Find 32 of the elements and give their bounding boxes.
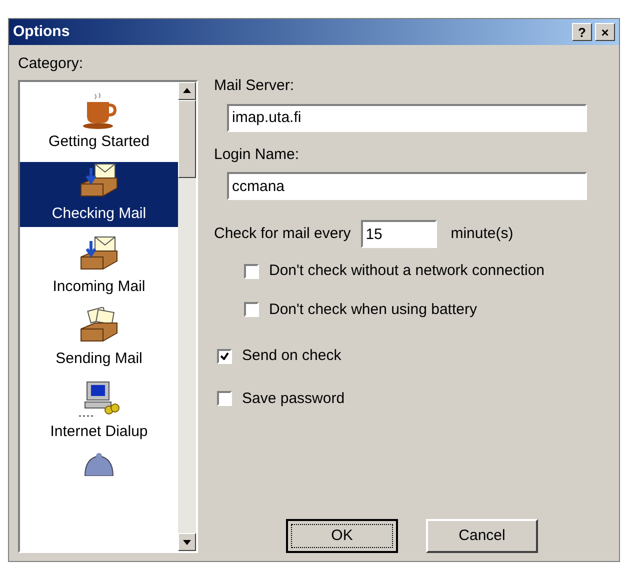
checkbox[interactable]: [217, 391, 232, 406]
checkbox-label: Send on check: [242, 346, 342, 366]
ok-button[interactable]: OK: [286, 519, 398, 553]
category-item[interactable]: Getting Started: [20, 130, 178, 154]
category-item[interactable]: Incoming Mail: [20, 274, 178, 299]
category-item[interactable]: Sending Mail: [20, 347, 178, 372]
scroll-thumb[interactable]: [178, 100, 196, 178]
unit-label: minute(s): [450, 224, 514, 244]
close-button[interactable]: ×: [595, 23, 615, 41]
category-label: Category:: [18, 54, 84, 74]
cancel-button[interactable]: Cancel: [426, 519, 538, 553]
checkbox[interactable]: [244, 264, 259, 279]
checkbox-label: Don't check when using battery: [269, 300, 477, 320]
category-list[interactable]: Getting Started Checking Mail Incoming Mail Sending Mail Internet Dialup: [18, 80, 198, 553]
checkbox[interactable]: [244, 302, 259, 318]
scrollbar[interactable]: [178, 82, 196, 551]
help-button[interactable]: ?: [572, 23, 592, 41]
computer-icon: [77, 380, 121, 420]
interval-label: Check for mail every: [214, 224, 351, 244]
scroll-down-icon[interactable]: [178, 533, 196, 551]
text-field[interactable]: imap.uta.fi: [227, 104, 587, 132]
window-title: Options: [13, 22, 71, 42]
field-label: Mail Server:: [214, 76, 294, 96]
field-label: Login Name:: [214, 144, 300, 164]
category-item[interactable]: Internet Dialup: [20, 420, 178, 444]
scroll-up-icon[interactable]: [178, 82, 196, 100]
interval-field[interactable]: 15: [360, 220, 437, 248]
checkbox-label: Save password: [242, 388, 345, 408]
text-field[interactable]: ccmana: [227, 172, 587, 200]
checkmark-icon: [220, 352, 229, 360]
checkbox-label: Don't check without a network connection: [269, 261, 545, 281]
checkbox[interactable]: [217, 348, 232, 364]
